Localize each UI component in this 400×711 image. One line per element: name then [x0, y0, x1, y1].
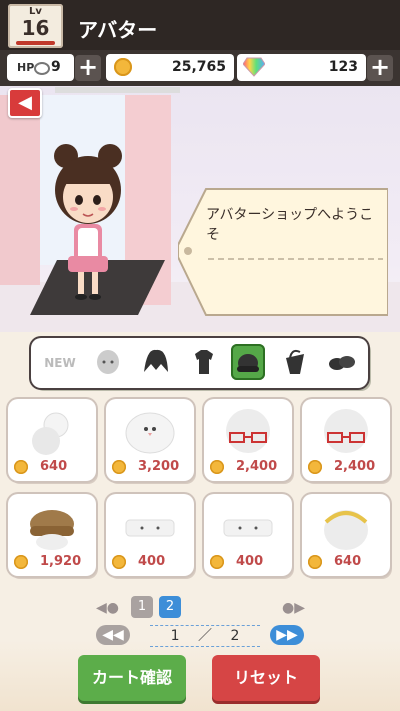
hat-icon [237, 354, 259, 372]
item-price: 3,200 [138, 459, 180, 474]
item-price: 640 [334, 554, 362, 569]
coin-icon [210, 554, 224, 569]
item-price: 2,400 [236, 459, 278, 474]
item-card[interactable]: 400 [204, 494, 292, 576]
curtain-left [0, 95, 40, 285]
coin-icon [112, 459, 126, 474]
reset-button[interactable]: リセット [212, 655, 320, 701]
add-gems-button[interactable]: + [367, 55, 393, 81]
item-card[interactable]: 400 [106, 494, 194, 576]
page-separator: ／ [198, 628, 212, 644]
price-row: 2,400 [308, 456, 375, 475]
current-page: 1 [170, 628, 180, 644]
price-row: 400 [112, 551, 165, 570]
brown-cap-icon [30, 510, 74, 550]
hair-icon [144, 349, 168, 372]
bottom-band [0, 640, 400, 711]
gem-display: 123 [237, 54, 366, 81]
red-glasses-icon [226, 409, 270, 453]
tab-hair[interactable] [139, 344, 173, 380]
tab-bag[interactable] [278, 344, 312, 380]
price-row: 640 [308, 551, 361, 570]
hp-display: HP 9 [7, 54, 74, 81]
level-number: 16 [21, 16, 50, 40]
tab-clothes[interactable] [187, 344, 221, 380]
page-1-button[interactable]: 1 [131, 596, 153, 618]
coin-icon [308, 554, 322, 569]
item-card[interactable]: 640 [8, 399, 96, 481]
coin-icon [308, 459, 322, 474]
page-indicator: 1 ／ 2 [150, 625, 260, 647]
cart-button[interactable]: カート確認 [78, 655, 186, 701]
new-icon: NEW [44, 356, 75, 370]
gem-value: 123 [328, 59, 358, 75]
hp-label: HP [17, 61, 35, 74]
total-pages: 2 [230, 628, 240, 644]
white-mask-icon [125, 519, 175, 537]
coin-display: 25,765 [106, 54, 234, 81]
next-page-icon[interactable]: ●▶ [282, 600, 305, 616]
level-progress-bar [16, 41, 55, 45]
item-price: 400 [236, 554, 264, 569]
tab-face[interactable] [91, 344, 125, 380]
curtain-rod [55, 87, 180, 93]
price-row: 400 [210, 551, 263, 570]
coin-icon [210, 459, 224, 474]
item-card[interactable]: 2,400 [204, 399, 292, 481]
tab-new[interactable]: NEW [43, 344, 77, 380]
svg-text:NEW: NEW [44, 356, 75, 370]
gem-icon [243, 57, 265, 77]
coin-icon [112, 554, 126, 569]
coin-icon [14, 459, 28, 474]
shoes-icon [329, 356, 355, 370]
face-icon [97, 350, 119, 374]
back-arrow-icon: ◀ [18, 92, 32, 113]
last-page-button[interactable]: ▶▶ [270, 625, 304, 645]
coin-icon [114, 58, 132, 76]
hp-ring-icon [34, 62, 50, 75]
hp-value: 9 [51, 59, 61, 75]
item-price: 640 [40, 459, 68, 474]
bag-icon [286, 349, 304, 374]
coin-icon [14, 554, 28, 569]
gold-headband-icon [324, 510, 368, 550]
white-mask-icon [223, 519, 273, 537]
avatar-figure [54, 144, 122, 300]
item-card[interactable]: 2,400 [302, 399, 390, 481]
level-badge: Lv 16 [8, 4, 63, 48]
add-hp-button[interactable]: + [75, 55, 101, 81]
price-row: 2,400 [210, 456, 277, 475]
first-page-button[interactable]: ◀◀ [96, 625, 130, 645]
page-2-button[interactable]: 2 [159, 596, 181, 618]
item-price: 1,920 [40, 554, 82, 569]
back-button[interactable]: ◀ [8, 88, 42, 118]
price-row: 1,920 [14, 551, 81, 570]
coin-value: 25,765 [171, 59, 226, 75]
status-bar: HP 9 + 25,765 123 + [0, 50, 400, 86]
price-row: 3,200 [112, 456, 179, 475]
clothes-icon [195, 350, 213, 374]
item-card[interactable]: 3,200 [106, 399, 194, 481]
item-price: 2,400 [334, 459, 376, 474]
page-title: アバター [78, 18, 158, 42]
red-glasses-icon [324, 409, 368, 453]
item-card[interactable]: 640 [302, 494, 390, 576]
item-card[interactable]: 1,920 [8, 494, 96, 576]
chef-hat-icon [32, 412, 69, 455]
tab-hat[interactable] [231, 344, 265, 380]
item-price: 400 [138, 554, 166, 569]
tab-shoes[interactable] [325, 344, 359, 380]
welcome-text: アバターショップへようこそ [206, 207, 374, 243]
prev-page-icon[interactable]: ◀● [96, 600, 119, 616]
price-row: 640 [14, 456, 67, 475]
bird-hat-icon [125, 412, 175, 454]
category-tabs: NEW [31, 338, 368, 388]
